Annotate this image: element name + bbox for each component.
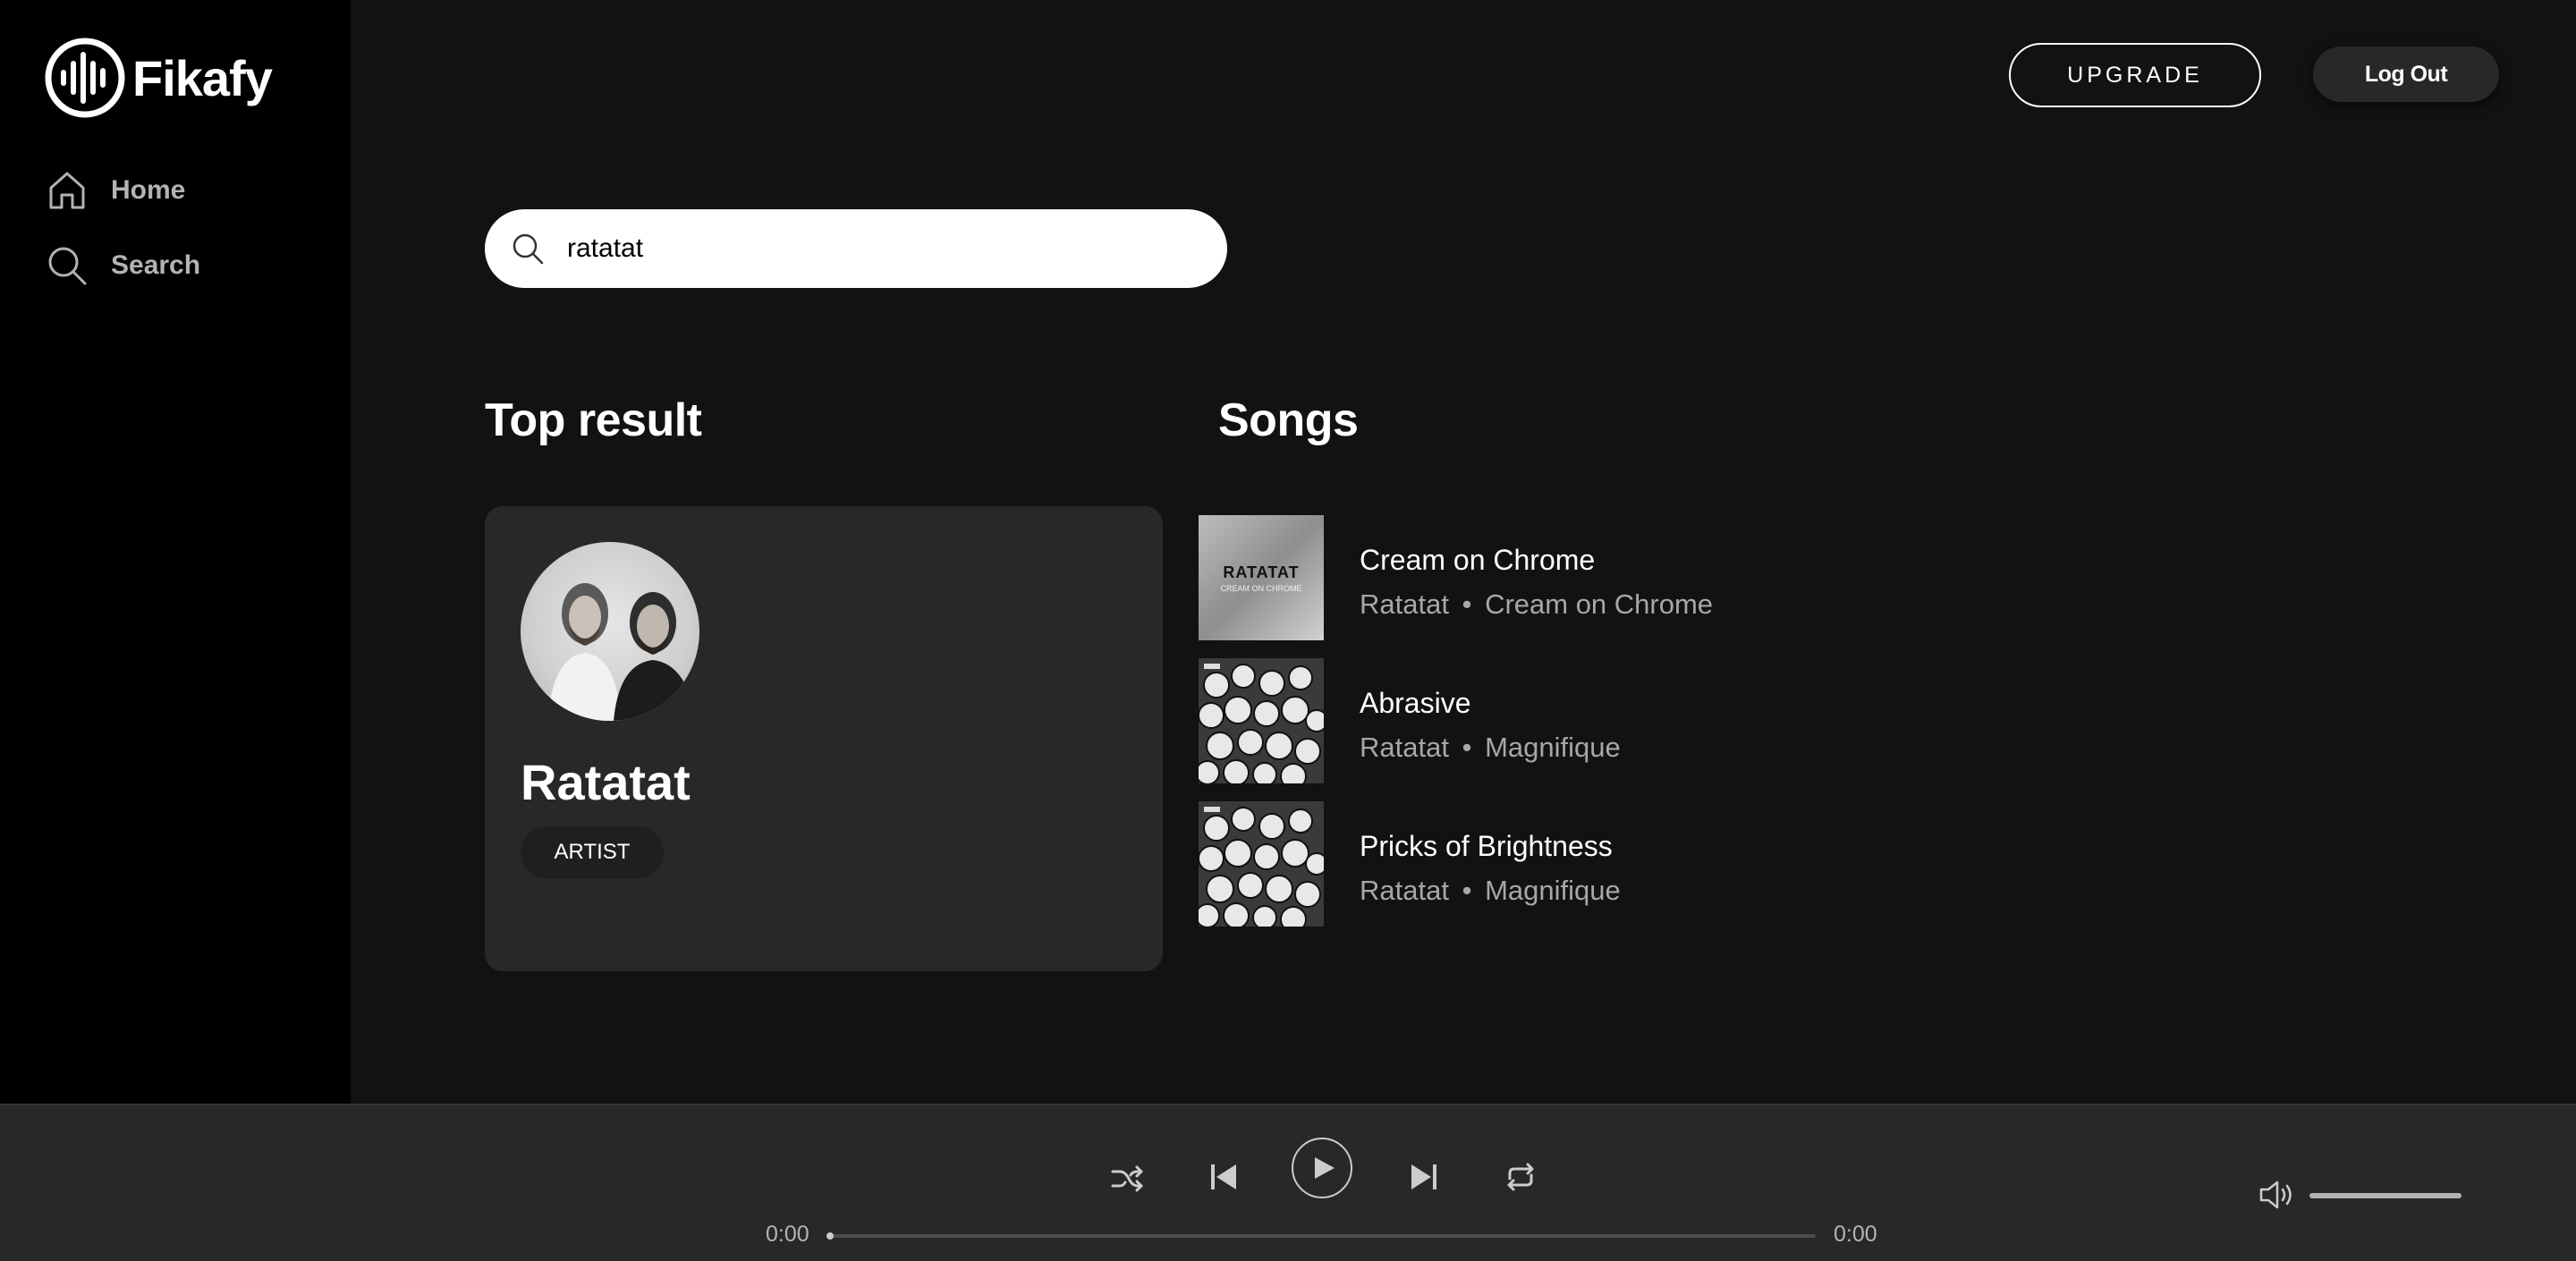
play-button[interactable] (1292, 1138, 1352, 1198)
sidebar-item-home[interactable]: Home (47, 170, 185, 211)
album-art-subtitle: CREAM ON CHROME (1220, 583, 1302, 593)
artist-name: Ratatat (521, 754, 691, 810)
song-title: Pricks of Brightness (1360, 830, 1613, 862)
top-result-card[interactable]: Ratatat ARTIST (485, 506, 1163, 971)
sidebar: Fikafy Home Search (0, 0, 351, 1104)
current-time: 0:00 (766, 1222, 809, 1247)
progress-bar[interactable] (826, 1232, 1816, 1240)
album-art: RATATAT CREAM ON CHROME (1199, 515, 1324, 640)
song-title: Abrasive (1360, 687, 1471, 719)
song-artist[interactable]: Ratatat (1360, 875, 1449, 906)
song-row[interactable]: Pricks of Brightness Ratatat • Magnifiqu… (1199, 801, 2093, 927)
search-bar[interactable] (485, 209, 1227, 288)
song-title: Cream on Chrome (1360, 544, 1596, 576)
shuffle-icon (1111, 1165, 1143, 1192)
progress-handle[interactable] (826, 1232, 834, 1240)
song-row[interactable]: RATATAT CREAM ON CHROME Cream on Chrome … (1199, 515, 2093, 640)
logo-icon (45, 38, 125, 118)
song-album[interactable]: Cream on Chrome (1485, 588, 1713, 620)
artist-image (521, 542, 699, 721)
top-result-heading: Top result (485, 394, 702, 446)
search-icon (513, 233, 544, 265)
album-art-title: RATATAT (1223, 563, 1300, 581)
app-name: Fikafy (132, 49, 273, 106)
total-time: 0:00 (1834, 1222, 1877, 1247)
home-icon (49, 172, 85, 209)
previous-icon (1211, 1164, 1236, 1189)
separator-dot: • (1462, 732, 1472, 763)
player-bar: 0:00 0:00 (0, 1104, 2576, 1261)
song-album[interactable]: Magnifique (1485, 732, 1621, 763)
volume-slider[interactable] (2309, 1193, 2462, 1198)
repeat-icon (1507, 1163, 1534, 1191)
song-album[interactable]: Magnifique (1485, 875, 1621, 906)
song-artist[interactable]: Ratatat (1360, 732, 1449, 763)
repeat-button[interactable] (1503, 1159, 1538, 1195)
sidebar-item-label: Home (111, 175, 186, 205)
search-input[interactable] (565, 233, 1177, 265)
artist-type-badge: ARTIST (521, 826, 664, 878)
play-icon (1315, 1157, 1335, 1179)
upgrade-button[interactable]: UPGRADE (2009, 43, 2261, 107)
song-subtitle: Ratatat • Magnifique (1360, 732, 1621, 764)
album-art (1199, 801, 1324, 927)
search-icon (48, 247, 87, 285)
songs-heading: Songs (1218, 394, 1359, 446)
next-button[interactable] (1408, 1159, 1440, 1195)
song-row[interactable]: Abrasive Ratatat • Magnifique (1199, 658, 2093, 783)
app-logo[interactable]: Fikafy (45, 38, 273, 118)
album-art (1199, 658, 1324, 783)
volume-icon[interactable] (2258, 1179, 2295, 1211)
volume-level (2309, 1193, 2462, 1198)
song-artist[interactable]: Ratatat (1360, 588, 1449, 620)
separator-dot: • (1462, 875, 1472, 906)
shuffle-button[interactable] (1109, 1161, 1145, 1197)
previous-button[interactable] (1208, 1159, 1240, 1195)
sidebar-item-search[interactable]: Search (47, 245, 200, 286)
separator-dot: • (1462, 588, 1472, 620)
sidebar-item-label: Search (111, 250, 201, 280)
next-icon (1411, 1164, 1436, 1189)
song-subtitle: Ratatat • Cream on Chrome (1360, 588, 1713, 621)
song-subtitle: Ratatat • Magnifique (1360, 875, 1621, 907)
logout-button[interactable]: Log Out (2313, 47, 2499, 102)
